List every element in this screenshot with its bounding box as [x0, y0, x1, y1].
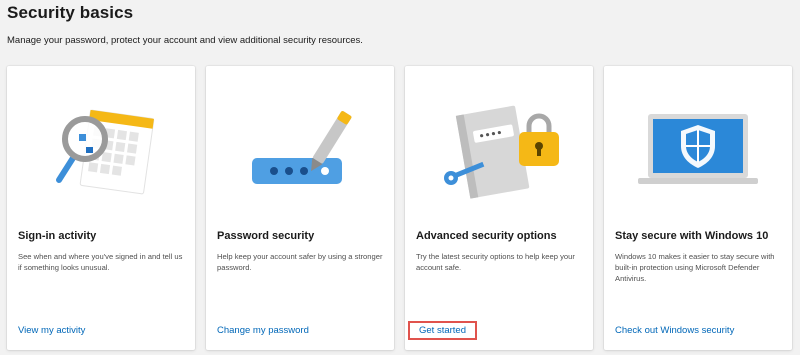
- card-title: Advanced security options: [416, 230, 557, 242]
- laptop-shield-icon: [638, 114, 758, 184]
- card-description: Help keep your account safer by using a …: [217, 252, 383, 272]
- card-title: Sign-in activity: [18, 230, 97, 242]
- page-subtitle: Manage your password, protect your accou…: [7, 35, 363, 46]
- card-description: See when and where you've signed in and …: [18, 252, 183, 272]
- card-password-security: Password security Help keep your account…: [206, 66, 394, 350]
- get-started-link[interactable]: Get started: [408, 321, 477, 340]
- password-pen-icon: [252, 111, 352, 184]
- magnifier-calendar-icon: [56, 109, 155, 195]
- key-lock-book-icon: [444, 105, 559, 199]
- security-basics-page: Security basics Manage your password, pr…: [0, 0, 800, 355]
- card-title: Stay secure with Windows 10: [615, 230, 769, 242]
- card-title: Password security: [217, 230, 315, 242]
- card-stay-secure-windows: Stay secure with Windows 10 Windows 10 m…: [604, 66, 792, 350]
- card-description: Windows 10 makes it easier to stay secur…: [615, 252, 775, 283]
- card-description: Try the latest security options to help …: [416, 252, 575, 272]
- check-out-windows-security-link[interactable]: Check out Windows security: [615, 324, 734, 337]
- change-my-password-link[interactable]: Change my password: [217, 324, 309, 337]
- page-title: Security basics: [7, 3, 134, 22]
- card-sign-in-activity: Sign-in activity See when and where you'…: [7, 66, 195, 350]
- card-advanced-security-options: Advanced security options Try the latest…: [405, 66, 593, 350]
- view-my-activity-link[interactable]: View my activity: [18, 324, 85, 337]
